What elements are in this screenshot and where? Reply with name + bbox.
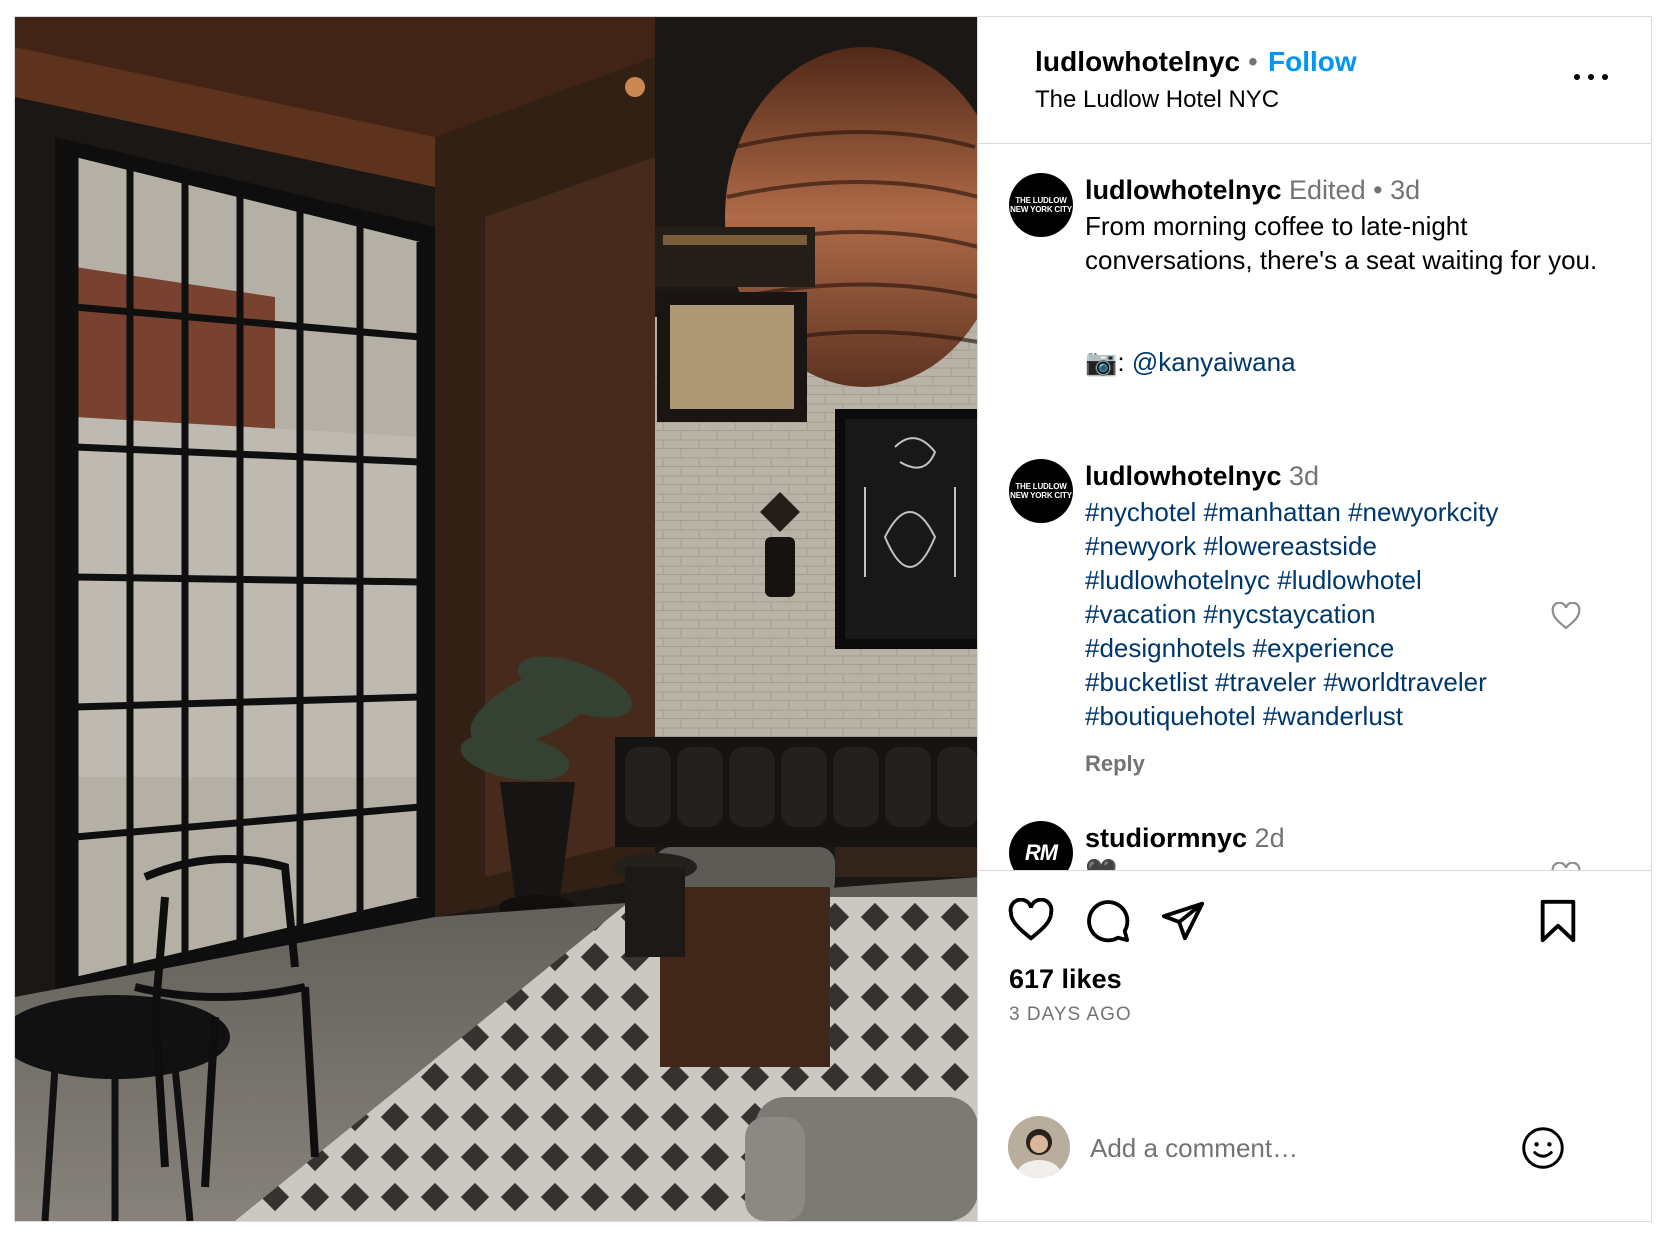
caption-time[interactable]: 3d <box>1390 175 1420 205</box>
hashtag-block: #nychotel #manhattan #newyorkcity #newyo… <box>1085 495 1585 733</box>
hashtag-line[interactable]: #boutiquehotel #wanderlust <box>1085 699 1585 733</box>
caption-text: From morning coffee to late-night conver… <box>1085 211 1598 275</box>
hashtag-line[interactable]: #designhotels #experience <box>1085 631 1585 665</box>
post-sidebar: ludlowhotelnyc • Follow The Ludlow Hotel… <box>978 17 1651 1221</box>
add-comment-row <box>978 1056 1651 1222</box>
credit-separator: : <box>1117 347 1125 377</box>
comment-username[interactable]: ludlowhotelnyc <box>1085 461 1282 491</box>
header-username[interactable]: ludlowhotelnyc <box>1035 46 1240 78</box>
header-location[interactable]: The Ludlow Hotel NYC <box>1035 86 1279 114</box>
hashtag-line[interactable]: #newyork #lowereastside <box>1085 529 1585 563</box>
comment-like-heart-icon[interactable] <box>1551 602 1581 630</box>
hashtag-line[interactable]: #nychotel #manhattan #newyorkcity <box>1085 495 1585 529</box>
post-actions: 617 likes 3 DAYS AGO <box>978 870 1651 1221</box>
hotel-lounge-photo <box>15 17 977 1221</box>
hashtag-line[interactable]: #bucketlist #traveler #worldtraveler <box>1085 665 1585 699</box>
current-user-avatar <box>1008 1116 1070 1178</box>
hashtag-line[interactable]: #ludlowhotelnyc #ludlowhotel <box>1085 563 1585 597</box>
header-separator: • <box>1248 46 1258 77</box>
caption-header: ludlowhotelnyc Edited • 3d <box>1085 175 1420 206</box>
comment-time[interactable]: 3d <box>1289 461 1319 491</box>
edited-label: Edited <box>1289 175 1366 205</box>
avatar[interactable]: THE LUDLOW NEW YORK CITY <box>1009 459 1073 523</box>
likes-count[interactable]: 617 likes <box>1009 964 1122 995</box>
comment-username[interactable]: studiormnyc <box>1085 823 1247 853</box>
comment-header: ludlowhotelnyc 3d <box>1085 461 1319 492</box>
avatar-text: THE LUDLOW NEW YORK CITY <box>1010 482 1072 500</box>
more-options-icon[interactable] <box>1571 69 1611 85</box>
reply-button[interactable]: Reply <box>1085 751 1145 777</box>
photo-credit: 📷: @kanyaiwana <box>1085 345 1605 379</box>
heart-icon[interactable] <box>1008 898 1054 944</box>
avatar[interactable]: THE LUDLOW NEW YORK CITY <box>1009 173 1073 237</box>
post-photo[interactable] <box>15 17 978 1221</box>
comment-input[interactable] <box>1090 1126 1490 1170</box>
smiley-icon[interactable] <box>1521 1126 1565 1170</box>
comments-list[interactable]: THE LUDLOW NEW YORK CITY ludlowhotelnyc … <box>978 145 1651 870</box>
camera-icon: 📷 <box>1085 347 1118 377</box>
bookmark-icon[interactable] <box>1535 898 1581 944</box>
share-icon[interactable] <box>1160 898 1206 944</box>
post-header: ludlowhotelnyc • Follow The Ludlow Hotel… <box>978 17 1651 144</box>
caption-separator: • <box>1373 175 1383 205</box>
avatar-text: THE LUDLOW NEW YORK CITY <box>1010 196 1072 214</box>
caption-username[interactable]: ludlowhotelnyc <box>1085 175 1282 205</box>
post-timestamp: 3 DAYS AGO <box>1009 1004 1132 1025</box>
comment-header: studiormnyc 2d <box>1085 823 1285 854</box>
hashtag-line[interactable]: #vacation #nycstaycation <box>1085 597 1585 631</box>
comment-time[interactable]: 2d <box>1255 823 1285 853</box>
avatar-text: RM <box>1024 840 1058 865</box>
comment-like-heart-icon[interactable] <box>1551 862 1581 870</box>
post-card: ludlowhotelnyc • Follow The Ludlow Hotel… <box>14 16 1652 1222</box>
avatar[interactable]: RM <box>1009 821 1073 870</box>
comment-text: 🖤 <box>1085 855 1117 870</box>
follow-button[interactable]: Follow <box>1268 46 1357 78</box>
credit-mention-link[interactable]: @kanyaiwana <box>1132 347 1296 377</box>
comment-icon[interactable] <box>1085 898 1131 944</box>
